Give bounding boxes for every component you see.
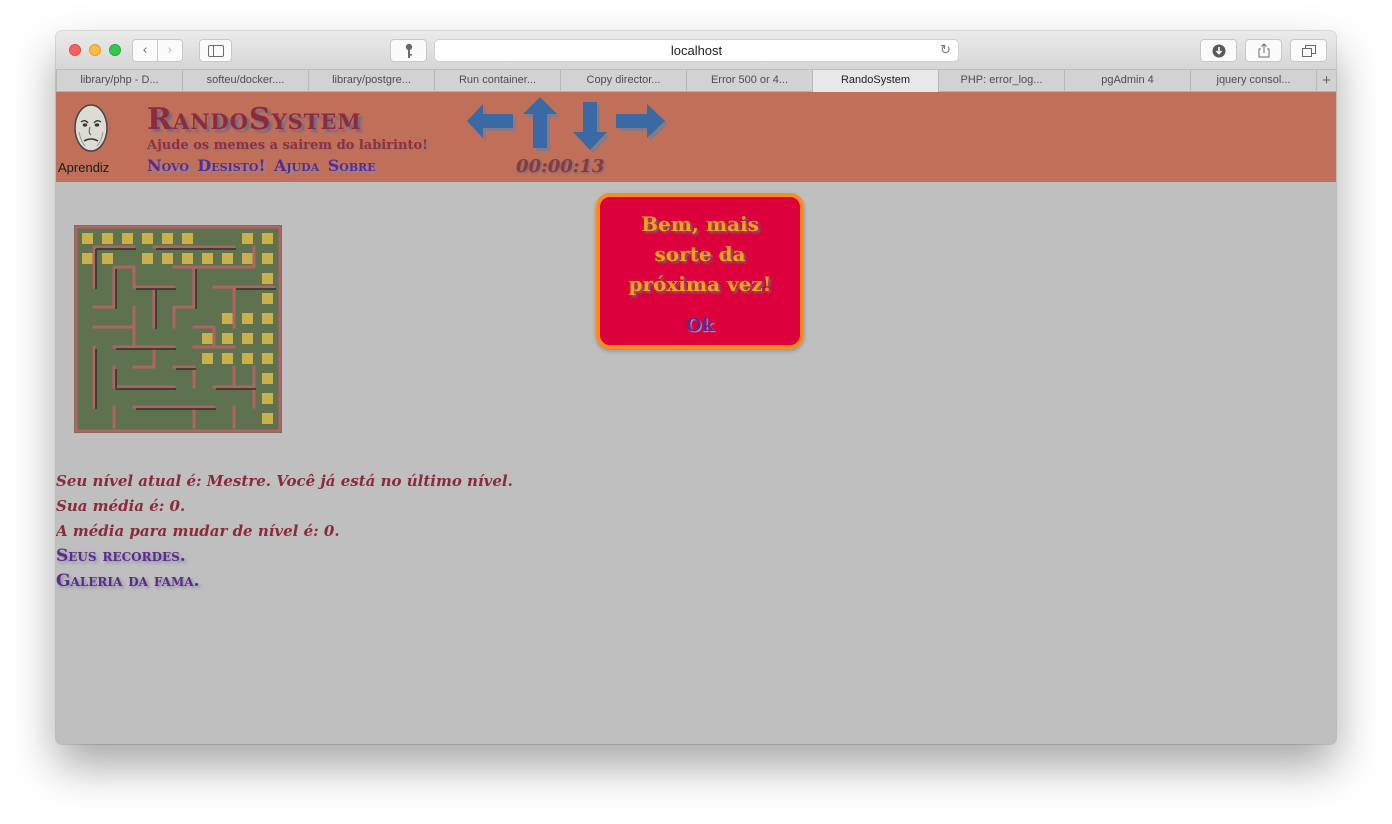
chevron-left-icon[interactable]: ‹ [132,39,158,62]
share-button[interactable] [1245,39,1282,62]
tabs-overview-icon [1301,45,1316,57]
main-menu: Novo Desisto! Ajuda Sobre [147,156,380,176]
browser-window: ‹ › localhost ↻ library/php - D... softe… [56,31,1336,744]
game-over-dialog: Bem, mais sorte da próxima vez! Ok [596,193,804,349]
arrow-right-icon[interactable] [616,100,670,146]
maze-board[interactable] [74,225,282,433]
user-level-label: Aprendiz [58,160,110,175]
tab-run-container[interactable]: Run container... [434,70,560,92]
about-link[interactable]: Sobre [328,156,376,175]
reload-icon[interactable]: ↻ [940,40,951,61]
arrow-up-icon[interactable] [520,96,562,152]
maximize-window-button[interactable] [109,44,121,56]
tab-pgadmin[interactable]: pgAdmin 4 [1064,70,1190,92]
site-header: Aprendiz RandoSystem Ajude os memes a sa… [56,92,1336,182]
passwords-button[interactable] [390,39,427,62]
sidebar-icon [207,45,224,57]
arrow-down-icon[interactable] [570,102,612,154]
avatar [72,102,110,161]
share-icon [1258,43,1269,58]
tab-softeu-docker[interactable]: softeu/docker.... [182,70,308,92]
tab-library-postgres[interactable]: library/postgre... [308,70,434,92]
download-icon [1212,44,1225,58]
hall-of-fame-link[interactable]: Galeria da fama. [56,569,513,594]
url-text: localhost [670,43,723,58]
minimize-window-button[interactable] [89,44,101,56]
tab-overview-button[interactable] [1290,39,1327,62]
plus-icon[interactable]: + [1316,70,1336,92]
give-up-link[interactable]: Desisto! [197,156,265,175]
current-level-text: Seu nível atual é: Mestre. Você já está … [56,472,513,490]
tab-library-php[interactable]: library/php - D... [56,70,182,92]
address-bar[interactable]: localhost ↻ [434,39,959,62]
my-records-link[interactable]: Seus recordes. [56,544,513,569]
downloads-button[interactable] [1200,39,1237,62]
site-subtitle: Ajude os memes a sairem do labirinto! [147,138,428,153]
chevron-right-icon[interactable]: › [157,39,183,62]
tab-jquery-console[interactable]: jquery consol... [1190,70,1316,92]
help-link[interactable]: Ajuda [274,156,319,175]
game-timer: 00:00:13 [516,156,605,177]
tab-randosystem[interactable]: RandoSystem [812,70,938,92]
ok-button[interactable]: Ok [600,315,800,336]
average-text: Sua média é: 0. [56,497,186,515]
key-icon [405,43,412,58]
new-game-link[interactable]: Novo [147,156,189,175]
next-level-average-text: A média para mudar de nível é: 0. [56,522,340,540]
meme-face-icon [74,104,108,152]
tab-copy-directory[interactable]: Copy director... [560,70,686,92]
player-info: Seu nível atual é: Mestre. Você já está … [56,469,513,594]
dialog-message: Bem, mais sorte da próxima vez! [628,212,772,296]
tab-bar: library/php - D... softeu/docker.... lib… [56,69,1336,92]
sidebar-toggle-button[interactable] [199,39,232,62]
page-content: Aprendiz RandoSystem Ajude os memes a sa… [56,92,1336,744]
tab-error-500[interactable]: Error 500 or 4... [686,70,812,92]
arrow-left-icon[interactable] [466,100,518,146]
close-window-button[interactable] [69,44,81,56]
site-title: RandoSystem [147,102,362,137]
browser-toolbar: ‹ › localhost ↻ [56,31,1336,69]
tab-php-error-log[interactable]: PHP: error_log... [938,70,1064,92]
